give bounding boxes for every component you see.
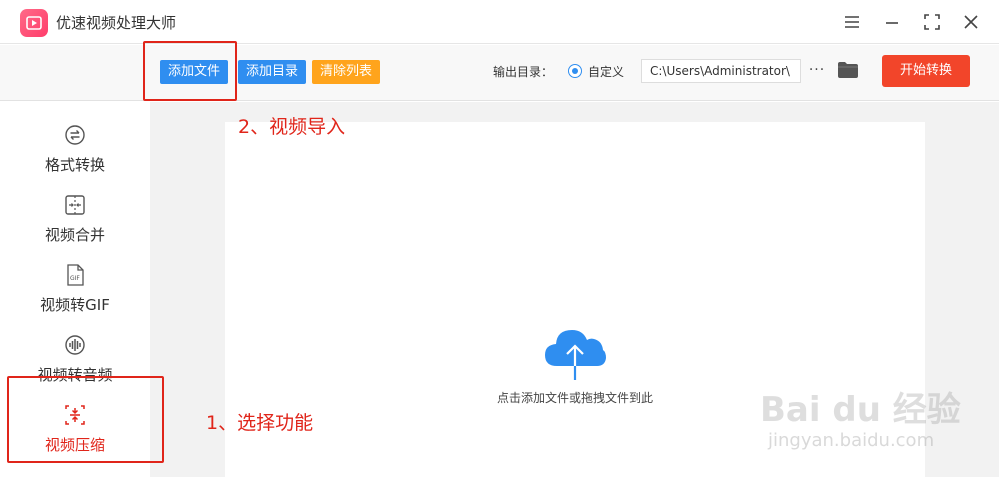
custom-output-label: 自定义 [588,65,625,79]
annotation-box-add-file [143,41,237,101]
menu-icon[interactable] [838,8,866,36]
sidebar-item-format-convert[interactable]: 格式转换 [0,112,150,180]
sidebar-item-label: 格式转换 [44,156,105,174]
minimize-icon[interactable] [878,8,906,36]
annotation-box-compress [7,376,164,463]
format-convert-icon [64,124,86,146]
cloud-upload-icon [543,322,607,386]
folder-icon[interactable] [837,61,859,81]
watermark-logo: Bai du 经验 [760,390,961,430]
annotation-step2: 2、视频导入 [238,116,346,138]
title-bar: 优速视频处理大师 [0,0,999,44]
close-icon[interactable] [957,8,985,36]
output-path-input[interactable]: C:\Users\Administrator\ [641,59,801,83]
sidebar-item-label: 视频合并 [44,226,105,244]
gif-icon: GIF [64,264,86,286]
sidebar-item-merge[interactable]: 视频合并 [0,182,150,250]
merge-icon [64,194,86,216]
output-directory-label: 输出目录： [493,65,554,79]
app-title: 优速视频处理大师 [56,14,177,32]
sidebar-item-video-to-gif[interactable]: GIF 视频转GIF [0,252,150,320]
custom-output-radio[interactable] [568,64,582,78]
clear-list-button[interactable]: 清除列表 [312,60,381,84]
more-options-button[interactable]: ··· [808,60,826,80]
maximize-icon[interactable] [918,8,946,36]
audio-icon [64,334,86,356]
watermark-url: jingyan.baidu.com [768,430,935,451]
app-logo-icon [20,9,48,37]
add-directory-button[interactable]: 添加目录 [238,60,307,84]
svg-text:GIF: GIF [70,275,80,282]
sidebar-item-label: 视频转GIF [40,296,110,314]
annotation-step1: 1、选择功能 [206,412,314,434]
start-convert-button[interactable]: 开始转换 [882,55,970,87]
